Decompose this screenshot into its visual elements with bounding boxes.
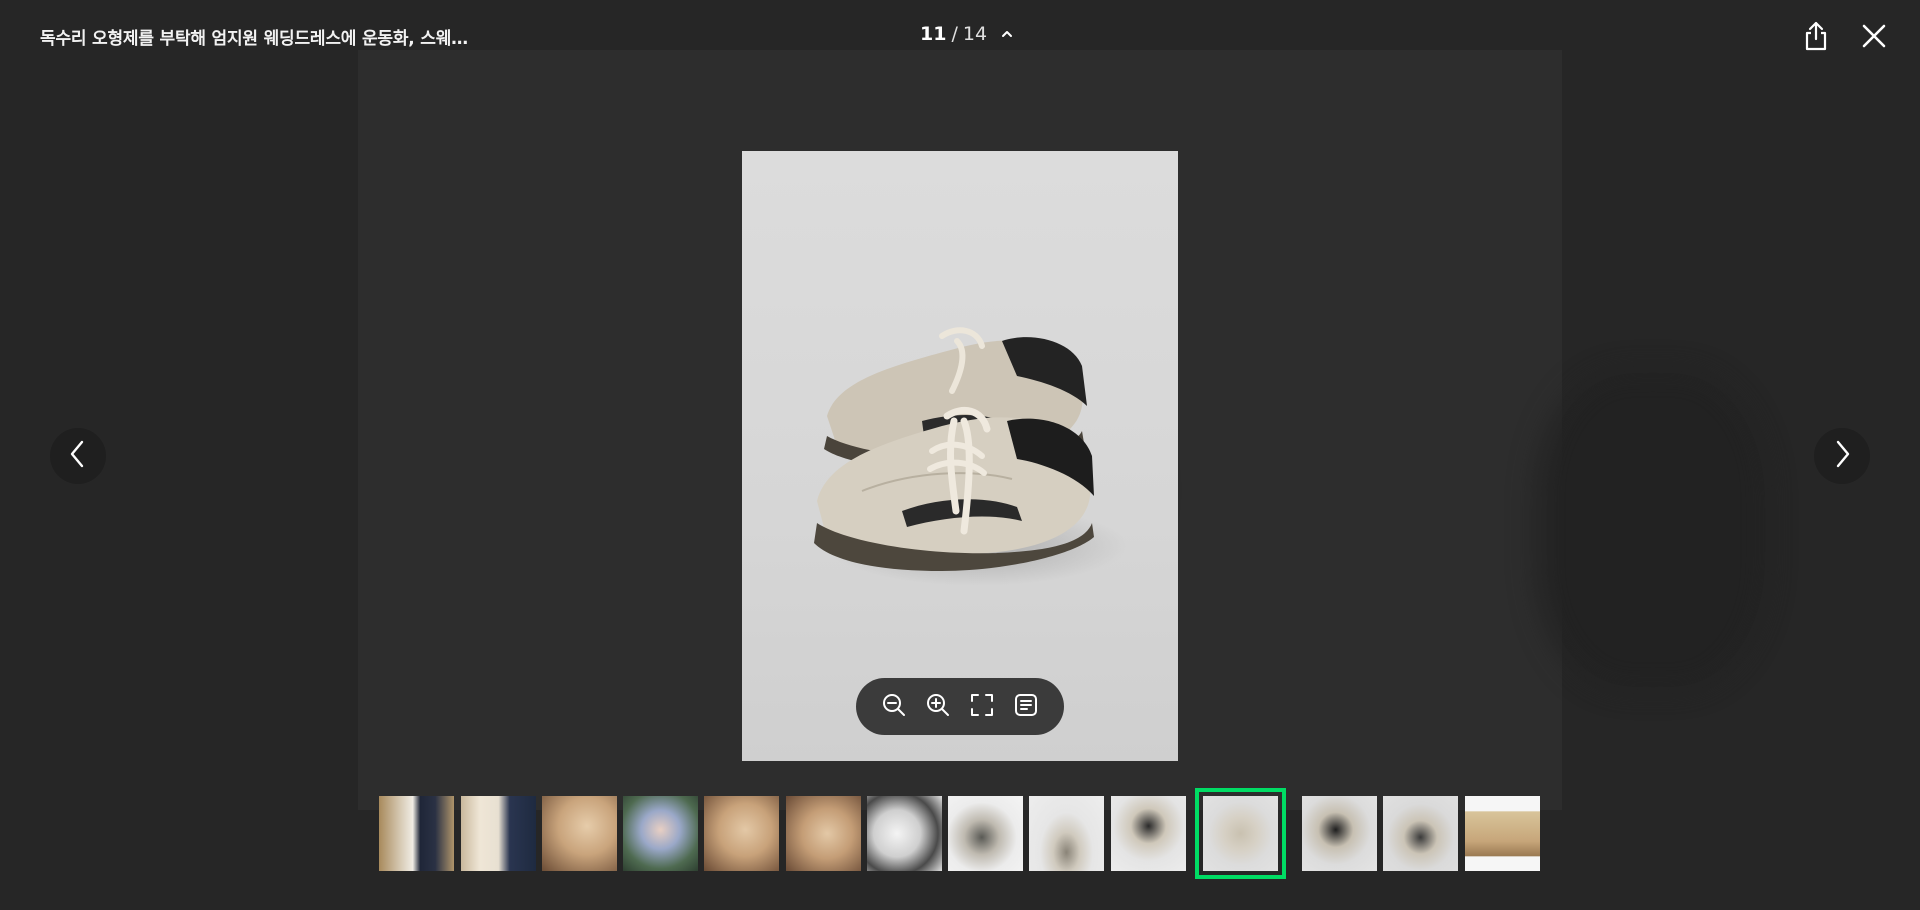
background-shoe-shape (1538, 370, 1768, 690)
chevron-right-icon (1830, 439, 1854, 473)
fullscreen-icon (969, 692, 995, 722)
thumbnail-8[interactable] (948, 796, 1023, 871)
thumbnail-11-active[interactable] (1195, 788, 1286, 879)
thumbnail-1[interactable] (379, 796, 454, 871)
thumbnail-14[interactable] (1465, 796, 1540, 871)
thumbnail-2[interactable] (461, 796, 536, 871)
image-toolbar (856, 678, 1064, 735)
current-index: 11 (920, 23, 947, 45)
zoom-out-button[interactable] (879, 692, 909, 722)
photo-counter[interactable]: 11 / 14 (920, 23, 1016, 45)
next-photo-button[interactable] (1814, 428, 1870, 484)
thumbnail-10[interactable] (1111, 796, 1186, 871)
thumbnail-7[interactable] (867, 796, 942, 871)
thumbnail-12[interactable] (1302, 796, 1377, 871)
share-button[interactable] (1798, 20, 1834, 56)
zoom-in-button[interactable] (923, 692, 953, 722)
thumbnail-13[interactable] (1383, 796, 1458, 871)
total-count: 14 (962, 23, 988, 45)
viewer-header: 독수리 오형제를 부탁해 엄지원 웨딩드레스에 운동화, 스웨… 11 / 14 (0, 0, 1920, 74)
chevron-up-icon[interactable] (998, 25, 1016, 43)
text-view-icon (1013, 692, 1039, 722)
chevron-left-icon (66, 439, 90, 473)
thumbnail-5[interactable] (704, 796, 779, 871)
thumbnail-9[interactable] (1029, 796, 1104, 871)
counter-separator: / (951, 23, 958, 45)
main-photo[interactable] (742, 151, 1178, 761)
zoom-out-icon (881, 692, 907, 722)
thumbnail-3[interactable] (542, 796, 617, 871)
zoom-in-icon (925, 692, 951, 722)
thumbnail-4[interactable] (623, 796, 698, 871)
fullscreen-button[interactable] (967, 692, 997, 722)
thumbnail-6[interactable] (786, 796, 861, 871)
close-icon (1860, 22, 1888, 54)
share-icon (1802, 20, 1830, 56)
previous-photo-button[interactable] (50, 428, 106, 484)
close-button[interactable] (1856, 20, 1892, 56)
text-view-button[interactable] (1011, 692, 1041, 722)
article-title: 독수리 오형제를 부탁해 엄지원 웨딩드레스에 운동화, 스웨… (40, 29, 468, 49)
sneakers-photo (814, 327, 1127, 586)
